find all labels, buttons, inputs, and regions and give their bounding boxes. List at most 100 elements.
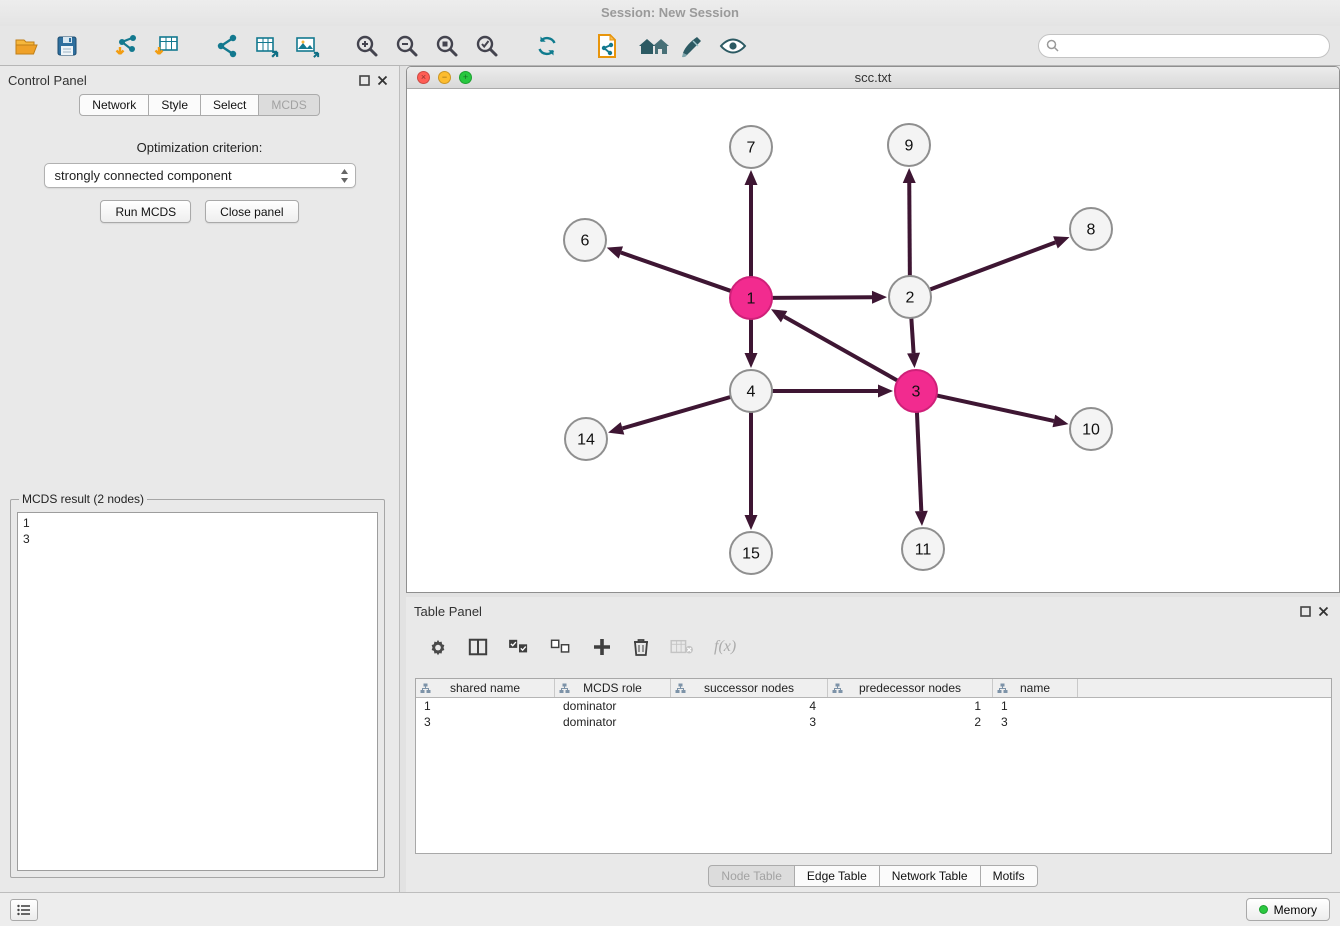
close-table-panel-button[interactable] <box>1314 602 1332 620</box>
graph-edge[interactable] <box>745 319 758 368</box>
new-network-button[interactable] <box>210 30 244 62</box>
optimization-criterion-dropdown[interactable]: strongly connected component <box>44 163 356 188</box>
deselect-all-rows-button[interactable] <box>550 638 572 656</box>
column-header-predecessor-nodes[interactable]: predecessor nodes <box>828 679 993 697</box>
cell-mcds-role[interactable]: dominator <box>555 714 671 730</box>
graph-node-8[interactable]: 8 <box>1070 208 1112 250</box>
tab-node-table[interactable]: Node Table <box>708 865 795 887</box>
save-session-button[interactable] <box>50 30 84 62</box>
table-row[interactable]: 3 dominator 3 2 3 <box>416 714 1331 730</box>
tab-edge-table[interactable]: Edge Table <box>795 865 880 887</box>
cell-name[interactable]: 3 <box>993 714 1078 730</box>
graph-edge[interactable] <box>745 412 758 530</box>
zoom-selected-button[interactable] <box>470 30 504 62</box>
table-row[interactable]: 1 dominator 4 1 1 <box>416 698 1331 714</box>
cell-successor-nodes[interactable]: 4 <box>671 698 828 714</box>
column-header-successor-nodes[interactable]: successor nodes <box>671 679 828 697</box>
main-toolbar <box>0 26 1340 66</box>
zoom-in-button[interactable] <box>350 30 384 62</box>
cell-shared-name[interactable]: 1 <box>416 698 555 714</box>
graph-node-7[interactable]: 7 <box>730 126 772 168</box>
graph-node-4[interactable]: 4 <box>730 370 772 412</box>
column-type-icon <box>832 683 843 694</box>
style-brush-button[interactable] <box>676 30 710 62</box>
cell-successor-nodes[interactable]: 3 <box>671 714 828 730</box>
function-builder-button[interactable]: f(x) <box>714 638 736 656</box>
tab-network[interactable]: Network <box>79 94 149 116</box>
graph-edge[interactable] <box>772 291 887 304</box>
cell-mcds-role[interactable]: dominator <box>555 698 671 714</box>
svg-text:9: 9 <box>905 138 914 155</box>
graph-edge[interactable] <box>930 236 1070 289</box>
import-network-icon <box>113 33 141 59</box>
graph-edge[interactable] <box>608 397 731 435</box>
import-network-button[interactable] <box>110 30 144 62</box>
copy-network-view-button[interactable] <box>590 30 624 62</box>
zoom-fit-button[interactable] <box>430 30 464 62</box>
home-network-button[interactable] <box>636 30 670 62</box>
graph-node-11[interactable]: 11 <box>902 528 944 570</box>
memory-button[interactable]: Memory <box>1246 898 1330 921</box>
import-table-button[interactable] <box>150 30 184 62</box>
cell-shared-name[interactable]: 3 <box>416 714 555 730</box>
graph-edge[interactable] <box>937 395 1069 427</box>
graph-node-9[interactable]: 9 <box>888 124 930 166</box>
column-label: name <box>1020 681 1050 695</box>
zoom-out-button[interactable] <box>390 30 424 62</box>
mcds-result-list[interactable]: 1 3 <box>17 512 378 871</box>
float-table-panel-button[interactable] <box>1296 602 1314 620</box>
export-table-button[interactable] <box>250 30 284 62</box>
graph-node-6[interactable]: 6 <box>564 219 606 261</box>
tab-mcds[interactable]: MCDS <box>259 94 319 116</box>
tab-network-table[interactable]: Network Table <box>880 865 981 887</box>
search-input[interactable] <box>1038 34 1330 58</box>
column-header-name[interactable]: name <box>993 679 1078 697</box>
close-panel-button[interactable] <box>373 71 391 89</box>
column-header-mcds-role[interactable]: MCDS role <box>555 679 671 697</box>
graph-node-10[interactable]: 10 <box>1070 408 1112 450</box>
delete-column-button[interactable] <box>632 637 650 657</box>
show-columns-button[interactable] <box>468 637 488 657</box>
show-panels-menu-button[interactable] <box>10 899 38 921</box>
graph-edge[interactable] <box>771 309 898 380</box>
network-window-title: scc.txt <box>407 70 1339 85</box>
delete-table-icon <box>670 638 694 656</box>
graph-node-1[interactable]: 1 <box>730 277 772 319</box>
svg-text:1: 1 <box>747 291 756 308</box>
graph-edge[interactable] <box>607 246 731 291</box>
column-header-shared-name[interactable]: shared name <box>416 679 555 697</box>
graph-edge[interactable] <box>903 168 916 276</box>
destroy-table-button[interactable] <box>670 638 694 656</box>
close-panel-action-button[interactable]: Close panel <box>205 200 298 223</box>
graph-node-3[interactable]: 3 <box>895 370 937 412</box>
graph-node-14[interactable]: 14 <box>565 418 607 460</box>
export-image-button[interactable] <box>290 30 324 62</box>
chevron-up-down-icon <box>339 167 350 185</box>
graph-edge[interactable] <box>907 318 920 368</box>
cell-predecessor-nodes[interactable]: 1 <box>828 698 993 714</box>
graph-edge[interactable] <box>745 170 758 277</box>
graph-edge[interactable] <box>915 412 928 526</box>
column-label: shared name <box>450 681 520 695</box>
open-session-button[interactable] <box>10 30 44 62</box>
graph-node-2[interactable]: 2 <box>889 276 931 318</box>
show-graphics-details-button[interactable] <box>716 30 750 62</box>
cell-predecessor-nodes[interactable]: 2 <box>828 714 993 730</box>
graph-node-15[interactable]: 15 <box>730 532 772 574</box>
save-floppy-icon <box>54 33 80 59</box>
mcds-result-item[interactable]: 3 <box>23 531 372 547</box>
cell-name[interactable]: 1 <box>993 698 1078 714</box>
graph-edge[interactable] <box>772 385 893 398</box>
table-settings-button[interactable] <box>428 637 448 657</box>
mcds-result-item[interactable]: 1 <box>23 515 372 531</box>
float-panel-button[interactable] <box>355 71 373 89</box>
run-mcds-button[interactable]: Run MCDS <box>100 200 191 223</box>
table-panel-tabs: Node Table Edge Table Network Table Moti… <box>406 865 1340 887</box>
refresh-button[interactable] <box>530 30 564 62</box>
add-column-button[interactable] <box>592 637 612 657</box>
tab-style[interactable]: Style <box>149 94 201 116</box>
tab-select[interactable]: Select <box>201 94 259 116</box>
network-graph[interactable]: 7 9 6 8 1 2 4 3 14 10 15 11 <box>407 89 1339 592</box>
tab-motifs[interactable]: Motifs <box>981 865 1038 887</box>
select-all-rows-button[interactable] <box>508 638 530 656</box>
